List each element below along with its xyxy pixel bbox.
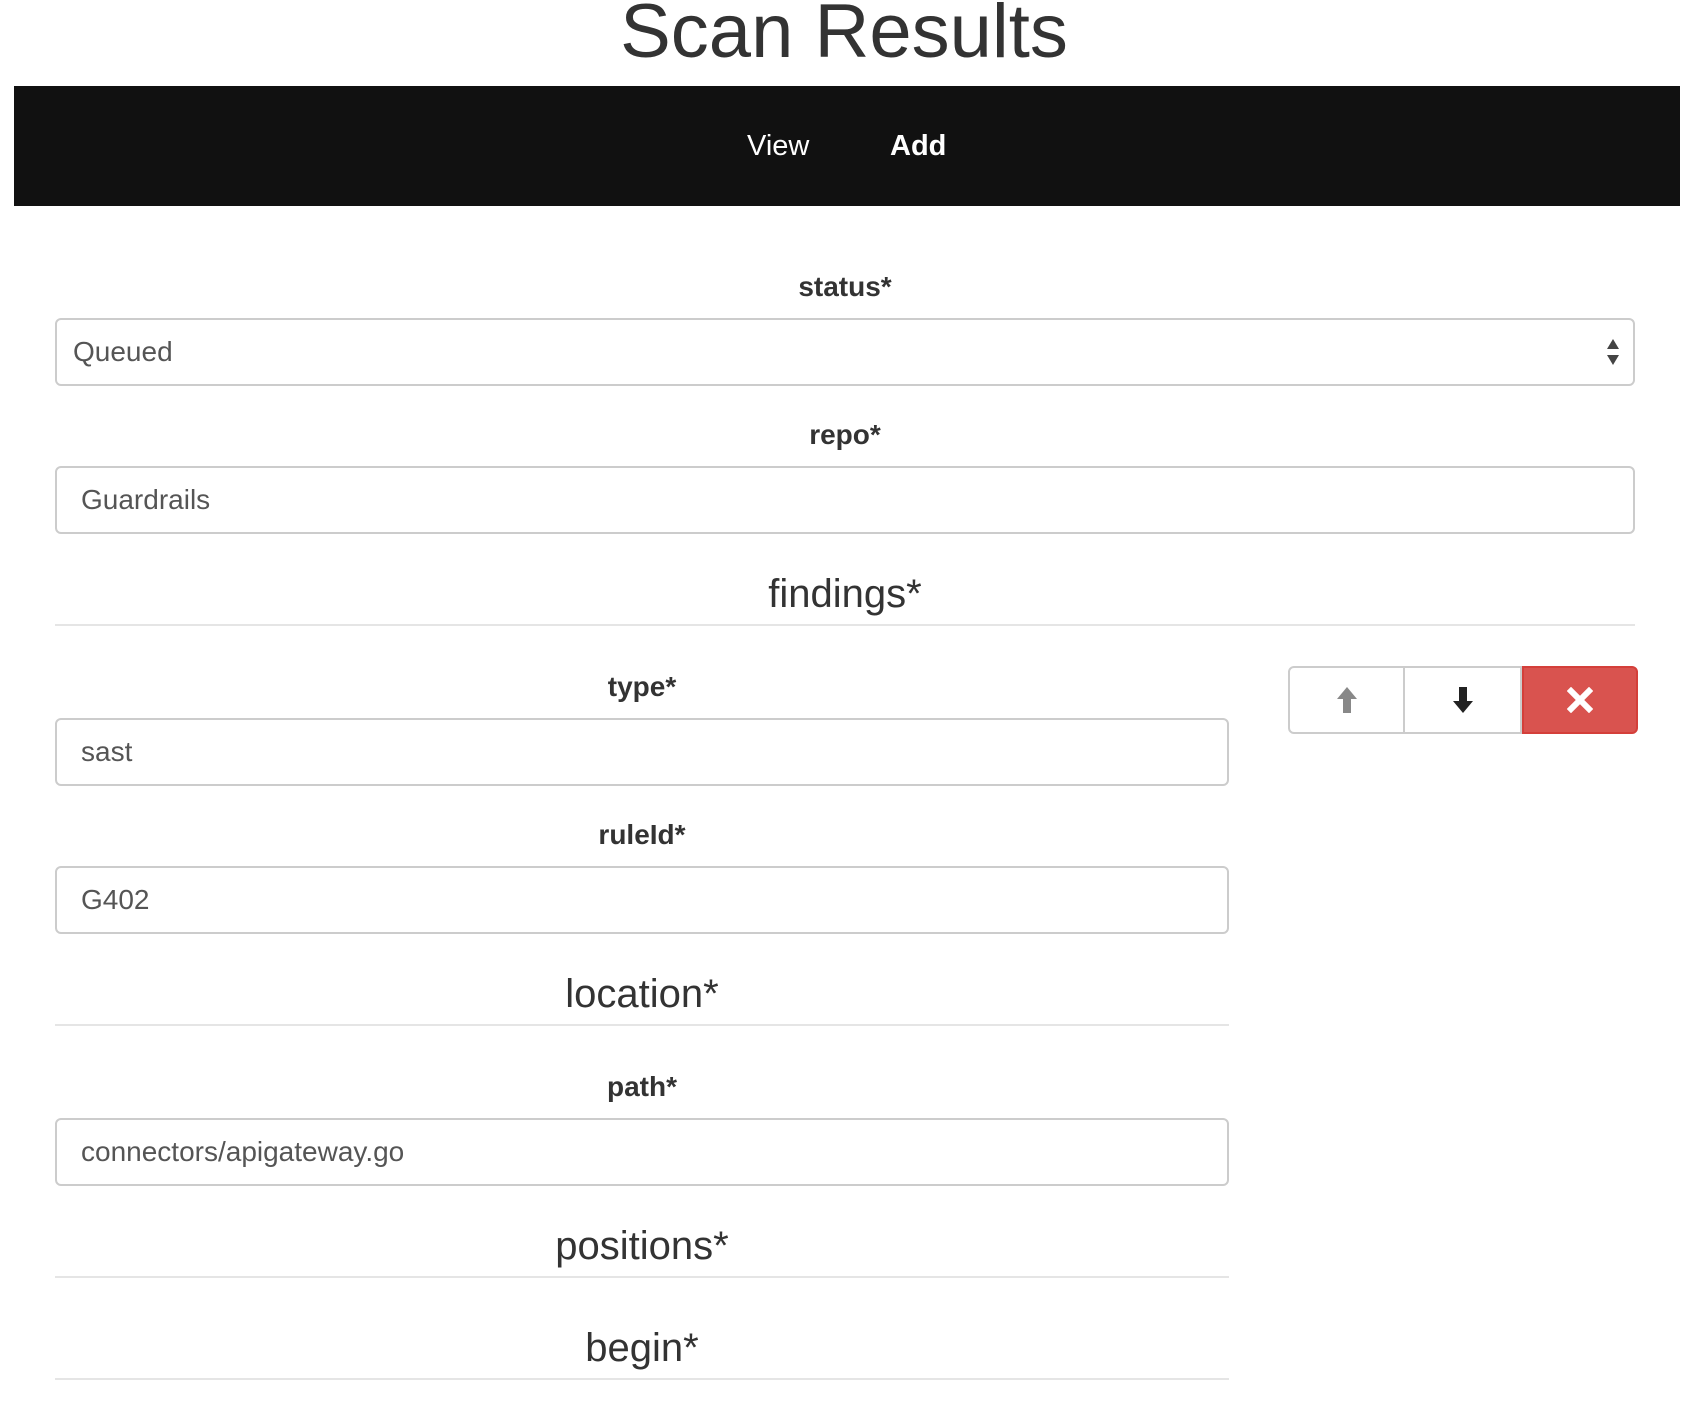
status-label: status* bbox=[798, 271, 892, 302]
move-up-button[interactable] bbox=[1288, 666, 1405, 734]
status-select[interactable]: Queued bbox=[55, 318, 1635, 386]
begin-legend: begin* bbox=[55, 1324, 1229, 1380]
move-down-button[interactable] bbox=[1405, 666, 1522, 734]
status-select-value: Queued bbox=[73, 336, 173, 367]
findings-legend: findings* bbox=[55, 570, 1635, 626]
type-input[interactable] bbox=[55, 718, 1229, 786]
arrow-up-icon bbox=[1336, 687, 1357, 713]
remove-item-button[interactable] bbox=[1522, 666, 1638, 734]
path-label: path* bbox=[607, 1071, 677, 1102]
page-title: Scan Results bbox=[620, 0, 1068, 74]
positions-legend: positions* bbox=[55, 1222, 1229, 1278]
ruleid-input[interactable] bbox=[55, 866, 1229, 934]
arrow-down-icon bbox=[1452, 687, 1473, 713]
location-legend: location* bbox=[55, 970, 1229, 1026]
repo-input[interactable] bbox=[55, 466, 1635, 534]
type-label: type* bbox=[607, 671, 677, 702]
path-input[interactable] bbox=[55, 1118, 1229, 1186]
repo-label: repo* bbox=[809, 419, 881, 450]
navbar: View Add bbox=[14, 86, 1680, 206]
finding-item-controls bbox=[1288, 666, 1638, 734]
close-icon bbox=[1567, 687, 1593, 713]
nav-view-link[interactable]: View bbox=[747, 86, 809, 206]
select-arrows-icon bbox=[1607, 339, 1619, 365]
nav-add-link[interactable]: Add bbox=[890, 86, 946, 206]
ruleid-label: ruleId* bbox=[598, 819, 686, 850]
